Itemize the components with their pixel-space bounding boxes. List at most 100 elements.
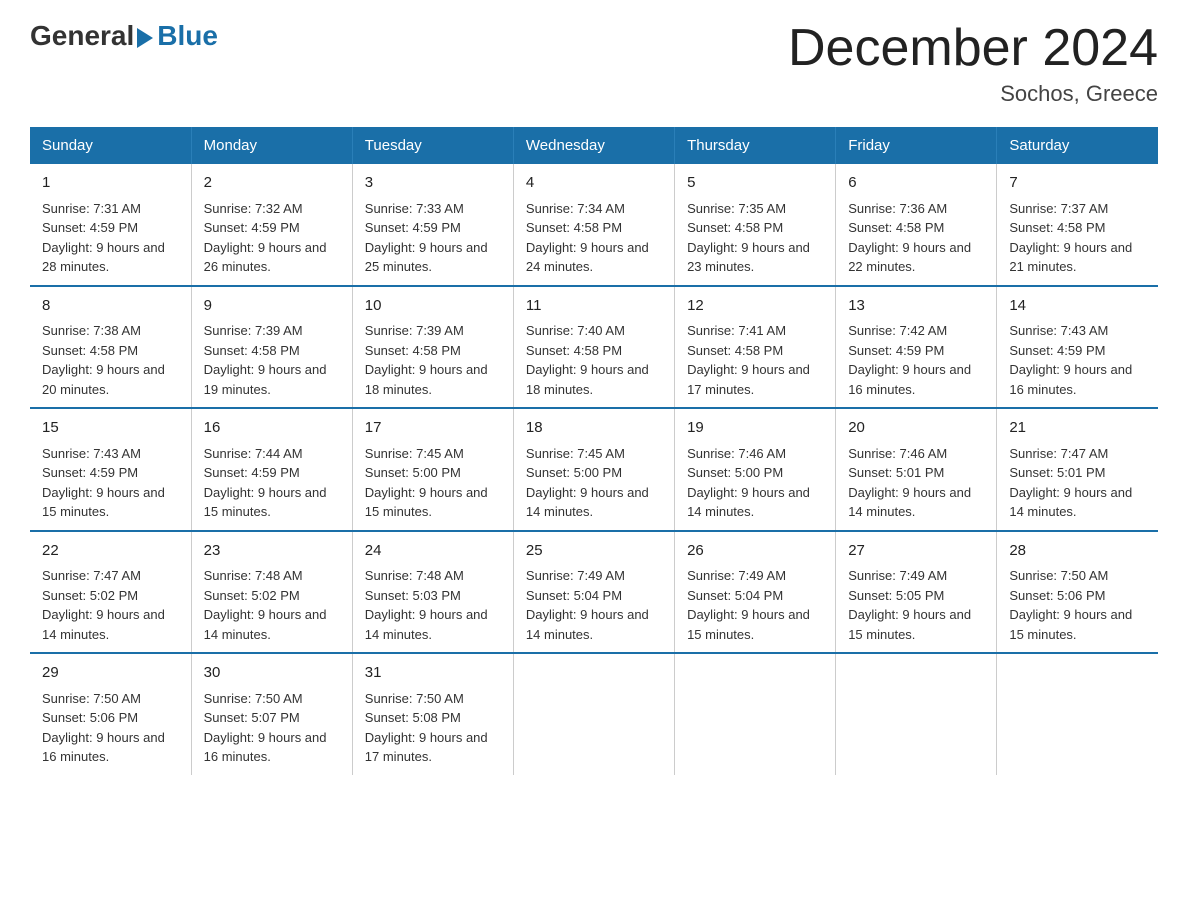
day-number: 27 xyxy=(848,540,984,563)
day-number: 11 xyxy=(526,295,662,318)
day-number: 14 xyxy=(1009,295,1146,318)
day-info: Sunrise: 7:49 AMSunset: 5:04 PMDaylight:… xyxy=(526,568,649,642)
day-number: 18 xyxy=(526,417,662,440)
calendar-subtitle: Sochos, Greece xyxy=(788,81,1158,107)
calendar-week-row: 15 Sunrise: 7:43 AMSunset: 4:59 PMDayligh… xyxy=(30,408,1158,531)
day-info: Sunrise: 7:50 AMSunset: 5:06 PMDaylight:… xyxy=(42,691,165,765)
day-number: 28 xyxy=(1009,540,1146,563)
header-thursday: Thursday xyxy=(675,127,836,164)
day-number: 23 xyxy=(204,540,340,563)
day-number: 24 xyxy=(365,540,501,563)
day-number: 7 xyxy=(1009,172,1146,195)
calendar-day-cell: 23 Sunrise: 7:48 AMSunset: 5:02 PMDayligh… xyxy=(191,531,352,654)
header-sunday: Sunday xyxy=(30,127,191,164)
calendar-day-cell: 4Sunrise: 7:34 AMSunset: 4:58 PMDaylight… xyxy=(513,164,674,286)
calendar-header: Sunday Monday Tuesday Wednesday Thursday… xyxy=(30,127,1158,164)
day-info: Sunrise: 7:43 AMSunset: 4:59 PMDaylight:… xyxy=(42,446,165,520)
logo-arrow-icon xyxy=(137,28,153,48)
day-info: Sunrise: 7:50 AMSunset: 5:06 PMDaylight:… xyxy=(1009,568,1132,642)
calendar-title: December 2024 xyxy=(788,20,1158,77)
header-monday: Monday xyxy=(191,127,352,164)
day-info: Sunrise: 7:50 AMSunset: 5:08 PMDaylight:… xyxy=(365,691,488,765)
day-info: Sunrise: 7:50 AMSunset: 5:07 PMDaylight:… xyxy=(204,691,327,765)
day-number: 8 xyxy=(42,295,179,318)
day-info: Sunrise: 7:47 AMSunset: 5:02 PMDaylight:… xyxy=(42,568,165,642)
calendar-day-cell xyxy=(513,653,674,775)
day-number: 9 xyxy=(204,295,340,318)
day-info: Sunrise: 7:33 AMSunset: 4:59 PMDaylight:… xyxy=(365,201,488,275)
header-saturday: Saturday xyxy=(997,127,1158,164)
day-info: Sunrise: 7:38 AMSunset: 4:58 PMDaylight:… xyxy=(42,323,165,397)
day-info: Sunrise: 7:43 AMSunset: 4:59 PMDaylight:… xyxy=(1009,323,1132,397)
calendar-day-cell: 18Sunrise: 7:45 AMSunset: 5:00 PMDayligh… xyxy=(513,408,674,531)
day-info: Sunrise: 7:41 AMSunset: 4:58 PMDaylight:… xyxy=(687,323,810,397)
calendar-day-cell: 22Sunrise: 7:47 AMSunset: 5:02 PMDayligh… xyxy=(30,531,191,654)
day-number: 16 xyxy=(204,417,340,440)
day-info: Sunrise: 7:46 AMSunset: 5:00 PMDaylight:… xyxy=(687,446,810,520)
day-info: Sunrise: 7:32 AMSunset: 4:59 PMDaylight:… xyxy=(204,201,327,275)
day-info: Sunrise: 7:48 AMSunset: 5:03 PMDaylight:… xyxy=(365,568,488,642)
day-number: 25 xyxy=(526,540,662,563)
calendar-day-cell: 10 Sunrise: 7:39 AMSunset: 4:58 PMDayligh… xyxy=(352,286,513,409)
calendar-day-cell: 19 Sunrise: 7:46 AMSunset: 5:00 PMDayligh… xyxy=(675,408,836,531)
day-number: 17 xyxy=(365,417,501,440)
calendar-day-cell: 7 Sunrise: 7:37 AMSunset: 4:58 PMDaylight… xyxy=(997,164,1158,286)
day-number: 2 xyxy=(204,172,340,195)
calendar-day-cell: 9 Sunrise: 7:39 AMSunset: 4:58 PMDaylight… xyxy=(191,286,352,409)
day-number: 10 xyxy=(365,295,501,318)
day-info: Sunrise: 7:45 AMSunset: 5:00 PMDaylight:… xyxy=(365,446,488,520)
calendar-week-row: 8 Sunrise: 7:38 AMSunset: 4:58 PMDaylight… xyxy=(30,286,1158,409)
calendar-week-row: 22Sunrise: 7:47 AMSunset: 5:02 PMDayligh… xyxy=(30,531,1158,654)
logo-general-text: General xyxy=(30,20,134,52)
day-info: Sunrise: 7:44 AMSunset: 4:59 PMDaylight:… xyxy=(204,446,327,520)
day-number: 12 xyxy=(687,295,823,318)
calendar-day-cell: 27Sunrise: 7:49 AMSunset: 5:05 PMDayligh… xyxy=(836,531,997,654)
calendar-day-cell: 14 Sunrise: 7:43 AMSunset: 4:59 PMDayligh… xyxy=(997,286,1158,409)
calendar-day-cell: 5 Sunrise: 7:35 AMSunset: 4:58 PMDaylight… xyxy=(675,164,836,286)
calendar-day-cell: 17 Sunrise: 7:45 AMSunset: 5:00 PMDayligh… xyxy=(352,408,513,531)
calendar-day-cell: 6 Sunrise: 7:36 AMSunset: 4:58 PMDaylight… xyxy=(836,164,997,286)
day-info: Sunrise: 7:49 AMSunset: 5:04 PMDaylight:… xyxy=(687,568,810,642)
calendar-day-cell xyxy=(997,653,1158,775)
header-row: Sunday Monday Tuesday Wednesday Thursday… xyxy=(30,127,1158,164)
calendar-day-cell: 29Sunrise: 7:50 AMSunset: 5:06 PMDayligh… xyxy=(30,653,191,775)
calendar-day-cell xyxy=(836,653,997,775)
calendar-day-cell: 12 Sunrise: 7:41 AMSunset: 4:58 PMDayligh… xyxy=(675,286,836,409)
calendar-body: 1Sunrise: 7:31 AMSunset: 4:59 PMDaylight… xyxy=(30,164,1158,775)
logo-blue-text: Blue xyxy=(157,20,218,52)
calendar-day-cell: 11 Sunrise: 7:40 AMSunset: 4:58 PMDayligh… xyxy=(513,286,674,409)
day-number: 5 xyxy=(687,172,823,195)
day-number: 3 xyxy=(365,172,501,195)
day-info: Sunrise: 7:37 AMSunset: 4:58 PMDaylight:… xyxy=(1009,201,1132,275)
calendar-week-row: 1Sunrise: 7:31 AMSunset: 4:59 PMDaylight… xyxy=(30,164,1158,286)
day-info: Sunrise: 7:42 AMSunset: 4:59 PMDaylight:… xyxy=(848,323,971,397)
day-info: Sunrise: 7:47 AMSunset: 5:01 PMDaylight:… xyxy=(1009,446,1132,520)
calendar-day-cell: 31 Sunrise: 7:50 AMSunset: 5:08 PMDayligh… xyxy=(352,653,513,775)
day-number: 15 xyxy=(42,417,179,440)
day-info: Sunrise: 7:39 AMSunset: 4:58 PMDaylight:… xyxy=(365,323,488,397)
day-info: Sunrise: 7:40 AMSunset: 4:58 PMDaylight:… xyxy=(526,323,649,397)
calendar-day-cell: 16 Sunrise: 7:44 AMSunset: 4:59 PMDayligh… xyxy=(191,408,352,531)
day-number: 31 xyxy=(365,662,501,685)
logo: General Blue xyxy=(30,20,218,52)
header-tuesday: Tuesday xyxy=(352,127,513,164)
day-info: Sunrise: 7:48 AMSunset: 5:02 PMDaylight:… xyxy=(204,568,327,642)
calendar-day-cell: 25 Sunrise: 7:49 AMSunset: 5:04 PMDayligh… xyxy=(513,531,674,654)
day-number: 1 xyxy=(42,172,179,195)
calendar-day-cell: 26Sunrise: 7:49 AMSunset: 5:04 PMDayligh… xyxy=(675,531,836,654)
day-number: 19 xyxy=(687,417,823,440)
calendar-day-cell: 15 Sunrise: 7:43 AMSunset: 4:59 PMDayligh… xyxy=(30,408,191,531)
calendar-day-cell: 8 Sunrise: 7:38 AMSunset: 4:58 PMDaylight… xyxy=(30,286,191,409)
day-number: 6 xyxy=(848,172,984,195)
day-number: 30 xyxy=(204,662,340,685)
calendar-week-row: 29Sunrise: 7:50 AMSunset: 5:06 PMDayligh… xyxy=(30,653,1158,775)
day-info: Sunrise: 7:36 AMSunset: 4:58 PMDaylight:… xyxy=(848,201,971,275)
day-info: Sunrise: 7:39 AMSunset: 4:58 PMDaylight:… xyxy=(204,323,327,397)
day-info: Sunrise: 7:35 AMSunset: 4:58 PMDaylight:… xyxy=(687,201,810,275)
title-section: December 2024 Sochos, Greece xyxy=(788,20,1158,107)
calendar-day-cell xyxy=(675,653,836,775)
day-number: 20 xyxy=(848,417,984,440)
calendar-table: Sunday Monday Tuesday Wednesday Thursday… xyxy=(30,127,1158,775)
calendar-day-cell: 30 Sunrise: 7:50 AMSunset: 5:07 PMDayligh… xyxy=(191,653,352,775)
calendar-day-cell: 21Sunrise: 7:47 AMSunset: 5:01 PMDayligh… xyxy=(997,408,1158,531)
